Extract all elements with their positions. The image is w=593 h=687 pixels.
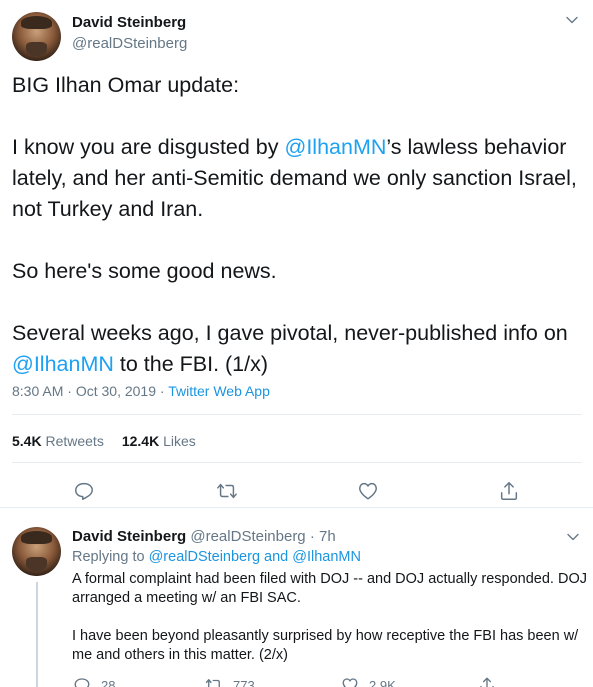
author-name[interactable]: David Steinberg: [72, 14, 186, 31]
source-app-link[interactable]: Twitter Web App: [168, 383, 270, 399]
reply-icon: [74, 678, 90, 687]
retweet-action[interactable]: 773: [205, 675, 255, 687]
author-handle[interactable]: @realDSteinberg: [186, 528, 305, 545]
reply-action[interactable]: 28: [73, 675, 115, 687]
reply-header: David Steinberg @realDSteinberg · 7h: [72, 528, 336, 545]
mention-link[interactable]: @IlhanMN: [285, 135, 387, 159]
share-icon[interactable]: [498, 480, 520, 502]
tweet-timestamp: 8:30 AM · Oct 30, 2019 · Twitter Web App: [12, 383, 270, 399]
tweet-age[interactable]: · 7h: [306, 528, 336, 545]
tweet-time[interactable]: 8:30 AM: [12, 383, 63, 399]
reply-paragraph: A formal complaint had been filed with D…: [72, 571, 592, 606]
reply-icon[interactable]: [73, 480, 95, 502]
reply-text: A formal complaint had been filed with D…: [72, 570, 587, 665]
share-action[interactable]: [478, 675, 506, 687]
tweet-paragraph: I know you are disgusted by @IlhanMN’s l…: [12, 135, 583, 221]
replying-to: Replying to @realDSteinberg and @IlhanMN: [72, 549, 361, 565]
author-name[interactable]: David Steinberg: [72, 528, 186, 545]
chevron-down-icon[interactable]: [566, 530, 580, 544]
retweets-stat[interactable]: 5.4K Retweets: [12, 433, 104, 449]
heart-icon[interactable]: [357, 480, 379, 502]
share-icon: [480, 677, 494, 687]
retweet-icon[interactable]: [216, 480, 238, 502]
main-tweet: David Steinberg @realDSteinberg BIG Ilha…: [0, 0, 593, 508]
likes-stat[interactable]: 12.4K Likes: [122, 433, 196, 449]
tweet-date[interactable]: Oct 30, 2019: [76, 383, 156, 399]
divider: [12, 462, 582, 463]
reply-paragraph: I have been beyond pleasantly surprised …: [72, 628, 583, 663]
tweet-paragraph: Several weeks ago, I gave pivotal, never…: [12, 321, 574, 376]
replying-to-link[interactable]: @realDSteinberg and @IlhanMN: [149, 549, 361, 565]
mention-link[interactable]: @IlhanMN: [12, 352, 114, 376]
author-handle[interactable]: @realDSteinberg: [72, 35, 187, 52]
retweet-count: 773: [233, 677, 255, 687]
tweet-line: BIG Ilhan Omar update:: [12, 73, 240, 97]
thread-line: [36, 582, 38, 687]
heart-icon: [342, 678, 358, 687]
avatar[interactable]: [12, 12, 61, 61]
tweet-stats: 5.4K Retweets 12.4K Likes: [12, 433, 196, 449]
reply-count: 28: [101, 677, 116, 687]
like-action[interactable]: 2.9K: [341, 675, 396, 687]
divider: [12, 414, 582, 415]
chevron-down-icon[interactable]: [565, 13, 579, 27]
like-count: 2.9K: [369, 677, 396, 687]
tweet-paragraph: So here's some good news.: [12, 259, 277, 283]
tweet-text: BIG Ilhan Omar update: I know you are di…: [12, 70, 582, 380]
retweet-icon: [205, 679, 222, 687]
avatar[interactable]: [12, 527, 61, 576]
